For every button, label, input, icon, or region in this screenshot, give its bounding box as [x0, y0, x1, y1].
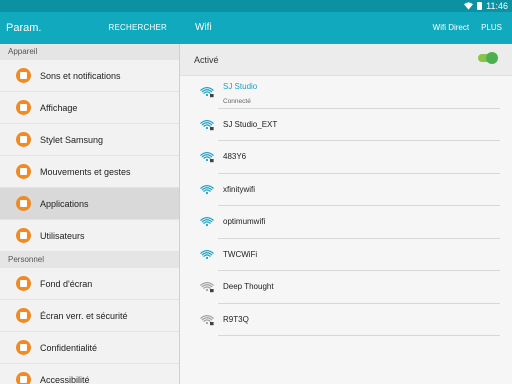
sidebar-item-label: Utilisateurs [40, 230, 85, 241]
apps-icon [16, 196, 31, 211]
search-button[interactable]: RECHERCHER [109, 23, 167, 32]
wifi-secured-icon [200, 119, 214, 130]
wifi-status-icon [464, 2, 474, 10]
network-name: SJ Studio_EXT [223, 119, 278, 129]
network-item[interactable]: SJ Studio_EXT [180, 109, 512, 141]
wifi-panel: Activé SJ Studio Connecté SJ Studio_EXT 483… [180, 44, 512, 384]
network-item[interactable]: SJ Studio Connecté [180, 76, 512, 109]
wifi-toggle-label: Activé [194, 55, 219, 65]
icon-glyph [20, 344, 27, 351]
icon-glyph [20, 376, 27, 383]
more-button[interactable]: PLUS [481, 23, 502, 32]
sidebar-item-label: Mouvements et gestes [40, 166, 131, 177]
sidebar-item-accessibility[interactable]: Accessibilité [0, 364, 179, 384]
sidebar-item-users[interactable]: Utilisateurs [0, 220, 179, 252]
icon-glyph [20, 200, 27, 207]
status-icons: 11:46 [464, 1, 508, 11]
sidebar-item-wallpaper[interactable]: Fond d'écran [0, 268, 179, 300]
wifi-toggle-row[interactable]: Activé [180, 44, 512, 76]
gesture-icon [16, 164, 31, 179]
sidebar-item-lock[interactable]: Écran verr. et sécurité [0, 300, 179, 332]
icon-glyph [20, 136, 27, 143]
network-name: optimumwifi [223, 217, 266, 226]
row-divider [218, 335, 500, 336]
volume-icon [16, 68, 31, 83]
network-item[interactable]: TWCWiFi [180, 239, 512, 271]
network-name: R9T3Q [223, 314, 249, 324]
network-list: SJ Studio Connecté SJ Studio_EXT 483Y6 xfini… [180, 76, 512, 336]
battery-icon [477, 2, 483, 10]
network-item[interactable]: xfinitywifi [180, 174, 512, 206]
wifi-title: Wifi [195, 22, 212, 33]
network-name: Deep Thought [223, 282, 274, 291]
sidebar-item-label: Sons et notifications [40, 70, 121, 81]
icon-glyph [20, 280, 27, 287]
display-icon [16, 100, 31, 115]
settings-header: Param. RECHERCHER [0, 12, 179, 44]
icon-glyph [20, 168, 27, 175]
sidebar-item-label: Stylet Samsung [40, 134, 104, 145]
sidebar-item-label: Écran verr. et sécurité [40, 310, 128, 321]
wifi-header: Wifi Wifi Direct PLUS [179, 12, 512, 44]
toggle-knob [486, 52, 498, 64]
network-name: SJ Studio [223, 82, 258, 91]
network-item[interactable]: optimumwifi [180, 206, 512, 239]
privacy-icon [16, 340, 31, 355]
sidebar-item-label: Affichage [40, 102, 78, 113]
network-name: xfinitywifi [223, 184, 256, 194]
wifi-open-icon [200, 184, 214, 194]
wifi-open-icon [200, 249, 214, 259]
wifi-secured-icon [200, 314, 214, 325]
status-bar: 11:46 [0, 0, 512, 12]
sidebar-item-privacy[interactable]: Confidentialité [0, 332, 179, 364]
network-name: 483Y6 [223, 152, 247, 161]
sidebar-item-label: Applications [40, 198, 89, 209]
wifi-secured-icon [200, 86, 214, 98]
network-item[interactable]: R9T3Q [180, 304, 512, 336]
section-header: Appareil [0, 44, 179, 60]
clock: 11:46 [486, 1, 508, 11]
sidebar-item-gesture[interactable]: Mouvements et gestes [0, 156, 179, 188]
wifi-secured-icon [200, 151, 214, 163]
sidebar-item-label: Fond d'écran [40, 278, 93, 289]
network-status: Connecté [223, 98, 251, 105]
sidebar-item-pen[interactable]: Stylet Samsung [0, 124, 179, 156]
settings-sidebar: Appareil Sons et notifications Affichage St… [0, 44, 179, 384]
icon-glyph [20, 312, 27, 319]
lock-icon [16, 308, 31, 323]
network-item[interactable]: 483Y6 [180, 141, 512, 174]
settings-title: Param. [6, 22, 42, 34]
icon-glyph [20, 104, 27, 111]
wifi-direct-button[interactable]: Wifi Direct [433, 23, 469, 32]
network-name: TWCWiFi [223, 249, 258, 259]
wifi-secured-icon [200, 281, 214, 293]
wifi-open-icon [200, 216, 214, 227]
wallpaper-icon [16, 276, 31, 291]
sidebar-item-volume[interactable]: Sons et notifications [0, 60, 179, 92]
network-item[interactable]: Deep Thought [180, 271, 512, 304]
pen-icon [16, 132, 31, 147]
icon-glyph [20, 232, 27, 239]
sidebar-item-label: Confidentialité [40, 342, 98, 353]
accessibility-icon [16, 372, 31, 384]
users-icon [16, 228, 31, 243]
sidebar-item-label: Accessibilité [40, 374, 90, 384]
sidebar-item-apps[interactable]: Applications [0, 188, 179, 220]
icon-glyph [20, 72, 27, 79]
sidebar-item-display[interactable]: Affichage [0, 92, 179, 124]
header-actions: Wifi Direct PLUS [433, 23, 502, 32]
section-header: Personnel [0, 252, 179, 268]
wifi-toggle-switch[interactable] [478, 52, 498, 64]
